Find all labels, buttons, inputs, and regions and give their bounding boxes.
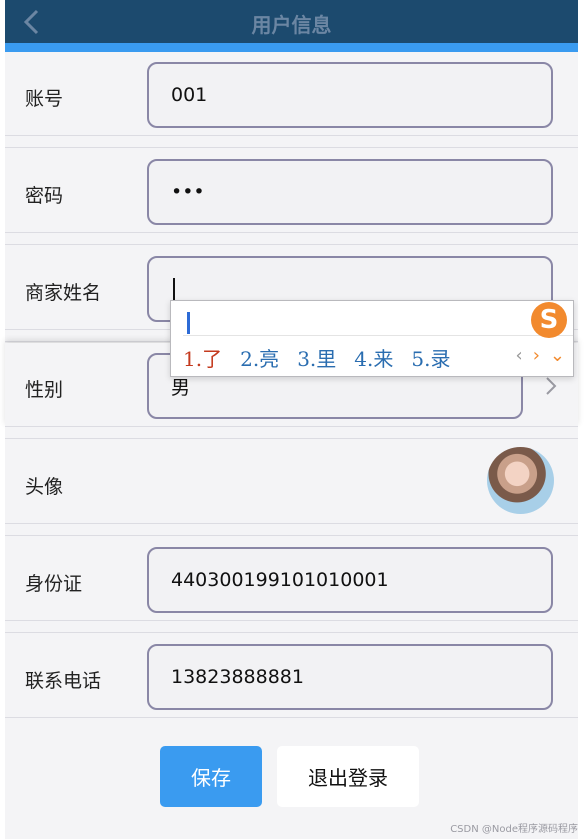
gender-label: 性别 xyxy=(25,379,64,401)
ime-candidate[interactable]: 1.了 xyxy=(183,343,222,372)
merchant-name-label: 商家姓名 xyxy=(25,282,102,304)
logout-button[interactable]: 退出登录 xyxy=(277,746,419,807)
ime-candidate[interactable]: 3.里 xyxy=(297,343,336,372)
ime-candidates: 1.了 2.亮 3.里 4.来 5.录 xyxy=(183,343,468,372)
text-caret xyxy=(173,278,175,300)
phone-label: 联系电话 xyxy=(25,670,102,692)
watermark: CSDN @Node程序源码程序 xyxy=(450,824,578,835)
password-field[interactable]: ••• xyxy=(147,159,553,225)
app-frame: 用户信息 账号 001 密码 ••• 商家姓名 性别 男 头像 身份证 4403… xyxy=(5,0,578,839)
page-title: 用户信息 xyxy=(251,13,332,37)
avatar-label: 头像 xyxy=(25,476,64,498)
phone-row: 联系电话 13823888881 xyxy=(5,634,578,718)
ime-logo-icon: S xyxy=(531,302,567,338)
accent-bar xyxy=(5,43,578,52)
ime-candidate-popup: S 1.了 2.亮 3.里 4.来 5.录 ‹ › ⌄ xyxy=(170,300,574,377)
ime-caret xyxy=(187,312,190,334)
chevron-right-icon xyxy=(546,377,557,395)
divider xyxy=(5,621,578,633)
phone-field[interactable]: 13823888881 xyxy=(147,644,553,710)
avatar[interactable] xyxy=(487,447,554,514)
id-card-field[interactable]: 440300199101010001 xyxy=(147,547,553,613)
chevron-down-icon[interactable]: ⌄ xyxy=(550,345,565,366)
account-field[interactable]: 001 xyxy=(147,62,553,128)
ime-paging: ‹ › ⌄ xyxy=(516,345,566,366)
account-label: 账号 xyxy=(25,88,64,110)
ime-candidate[interactable]: 4.来 xyxy=(354,343,393,372)
divider xyxy=(5,524,578,536)
save-button[interactable]: 保存 xyxy=(160,746,262,807)
ime-input-line xyxy=(183,309,573,336)
ime-candidate[interactable]: 2.亮 xyxy=(240,343,279,372)
chevron-right-icon[interactable]: › xyxy=(533,345,540,366)
id-card-row: 身份证 440300199101010001 xyxy=(5,537,578,621)
password-row: 密码 ••• xyxy=(5,149,578,233)
account-row: 账号 001 xyxy=(5,52,578,136)
divider xyxy=(5,427,578,439)
divider xyxy=(5,233,578,245)
id-card-label: 身份证 xyxy=(25,573,83,595)
ime-candidate[interactable]: 5.录 xyxy=(411,343,450,372)
password-label: 密码 xyxy=(25,185,64,207)
chevron-left-icon[interactable]: ‹ xyxy=(516,345,523,366)
divider xyxy=(5,136,578,148)
top-bar: 用户信息 xyxy=(5,0,578,43)
